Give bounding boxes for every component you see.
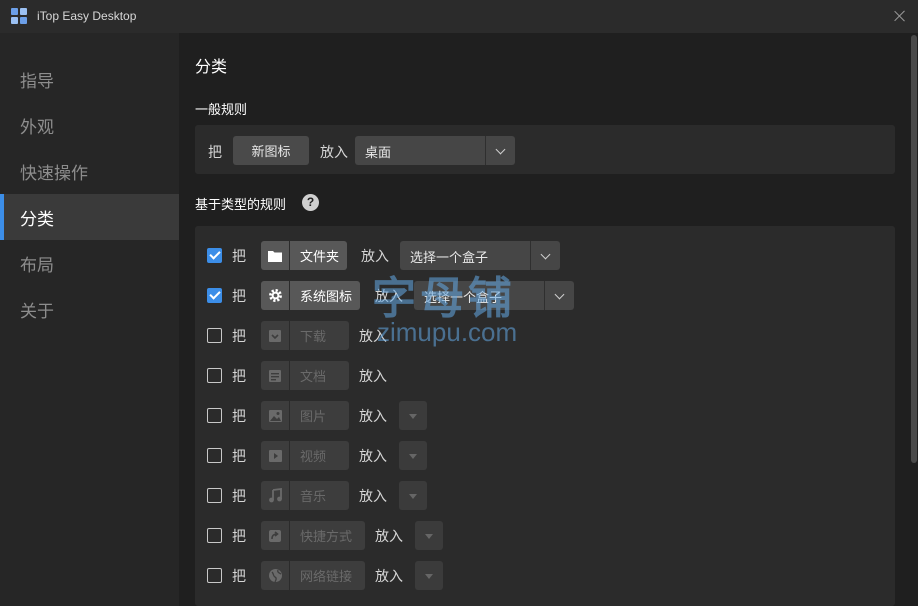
folder-icon bbox=[261, 241, 290, 270]
put-into-label: 放入 bbox=[359, 489, 387, 505]
rule-prefix: 把 bbox=[232, 249, 246, 265]
sidebar-item-label: 快速操作 bbox=[20, 163, 88, 184]
sidebar-item-categorize[interactable]: 分类 bbox=[0, 194, 179, 240]
rule-checkbox-shortcuts[interactable] bbox=[207, 528, 222, 543]
rule-prefix: 把 bbox=[232, 449, 246, 465]
type-button-documents[interactable]: 文档 bbox=[261, 361, 349, 390]
main-content: 分类 一般规则 把 新图标 放入 桌面 基于类型的规则 ? 把 文件夹 放入 选… bbox=[179, 33, 909, 606]
rule-prefix: 把 bbox=[232, 569, 246, 585]
type-button-system-icons[interactable]: 系统图标 bbox=[261, 281, 361, 310]
put-into-label: 放入 bbox=[359, 369, 387, 385]
gear-icon bbox=[261, 281, 290, 310]
target-select-images[interactable] bbox=[399, 401, 427, 430]
download-icon bbox=[261, 321, 290, 350]
rule-prefix: 把 bbox=[232, 529, 246, 545]
vertical-scrollbar[interactable] bbox=[909, 33, 918, 606]
rule-prefix: 把 bbox=[232, 289, 246, 305]
rule-prefix: 把 bbox=[208, 145, 222, 161]
help-icon[interactable]: ? bbox=[302, 194, 319, 211]
type-label: 图片 bbox=[290, 401, 349, 430]
type-label: 快捷方式 bbox=[290, 521, 365, 550]
sidebar-item-quick-actions[interactable]: 快速操作 bbox=[0, 148, 179, 194]
type-button-web-links[interactable]: 网络链接 bbox=[261, 561, 365, 590]
chevron-down-icon bbox=[485, 136, 515, 165]
sidebar-item-label: 布局 bbox=[20, 255, 54, 276]
rule-prefix: 把 bbox=[232, 489, 246, 505]
target-select-shortcuts[interactable] bbox=[415, 521, 443, 550]
chevron-down-icon bbox=[544, 281, 574, 310]
type-button-folder[interactable]: 文件夹 bbox=[261, 241, 348, 270]
close-button[interactable] bbox=[890, 6, 910, 26]
put-into-label: 放入 bbox=[375, 569, 403, 585]
shortcut-icon bbox=[261, 521, 290, 550]
type-button-videos[interactable]: 视频 bbox=[261, 441, 349, 470]
rule-checkbox-documents[interactable] bbox=[207, 368, 222, 383]
type-button-shortcuts[interactable]: 快捷方式 bbox=[261, 521, 365, 550]
rule-prefix: 把 bbox=[232, 369, 246, 385]
video-icon bbox=[261, 441, 290, 470]
type-rules-heading: 基于类型的规则 bbox=[195, 198, 287, 213]
sidebar-item-label: 关于 bbox=[20, 301, 54, 322]
rule-checkbox-images[interactable] bbox=[207, 408, 222, 423]
type-label: 系统图标 bbox=[290, 281, 361, 310]
rule-prefix: 把 bbox=[232, 409, 246, 425]
window-title: iTop Easy Desktop bbox=[37, 9, 137, 23]
page-title: 分类 bbox=[195, 57, 228, 76]
put-into-label: 放入 bbox=[320, 145, 348, 161]
sidebar-item-about[interactable]: 关于 bbox=[0, 286, 179, 332]
sidebar: 指导 外观 快速操作 分类 布局 关于 bbox=[0, 33, 179, 606]
target-select-videos[interactable] bbox=[399, 441, 427, 470]
new-icon-button[interactable]: 新图标 bbox=[233, 136, 309, 165]
rule-checkbox-folder[interactable] bbox=[207, 248, 222, 263]
rule-checkbox-web-links[interactable] bbox=[207, 568, 222, 583]
put-into-label: 放入 bbox=[359, 409, 387, 425]
title-bar: iTop Easy Desktop bbox=[0, 0, 918, 33]
sidebar-item-appearance[interactable]: 外观 bbox=[0, 102, 179, 148]
scrollbar-thumb[interactable] bbox=[911, 35, 917, 463]
type-label: 视频 bbox=[290, 441, 349, 470]
rule-checkbox-system-icons[interactable] bbox=[207, 288, 222, 303]
general-target-select[interactable]: 桌面 bbox=[355, 136, 515, 165]
put-into-label: 放入 bbox=[359, 449, 387, 465]
type-rules-panel: 把 文件夹 放入 选择一个盒子 把 系统图标 放入 选择一个盒子 把 下载 放入… bbox=[195, 226, 895, 606]
general-rules-heading: 一般规则 bbox=[195, 103, 248, 118]
select-value: 桌面 bbox=[365, 146, 392, 161]
general-rule-panel: 把 新图标 放入 桌面 bbox=[195, 125, 895, 174]
rule-checkbox-videos[interactable] bbox=[207, 448, 222, 463]
sidebar-item-guide[interactable]: 指导 bbox=[0, 56, 179, 102]
target-select-music[interactable] bbox=[399, 481, 427, 510]
music-icon bbox=[261, 481, 290, 510]
put-into-label: 放入 bbox=[375, 529, 403, 545]
type-label: 网络链接 bbox=[290, 561, 365, 590]
type-label: 下载 bbox=[290, 321, 349, 350]
chevron-down-icon bbox=[530, 241, 560, 270]
rule-checkbox-downloads[interactable] bbox=[207, 328, 222, 343]
type-label: 文件夹 bbox=[290, 241, 348, 270]
type-button-images[interactable]: 图片 bbox=[261, 401, 349, 430]
document-icon bbox=[261, 361, 290, 390]
type-button-downloads[interactable]: 下载 bbox=[261, 321, 349, 350]
image-icon bbox=[261, 401, 290, 430]
sidebar-item-label: 外观 bbox=[20, 117, 54, 138]
sidebar-item-label: 分类 bbox=[20, 209, 54, 230]
rule-checkbox-music[interactable] bbox=[207, 488, 222, 503]
type-label: 音乐 bbox=[290, 481, 349, 510]
rule-prefix: 把 bbox=[232, 329, 246, 345]
globe-icon bbox=[261, 561, 290, 590]
sidebar-item-layout[interactable]: 布局 bbox=[0, 240, 179, 286]
type-label: 文档 bbox=[290, 361, 349, 390]
sidebar-item-label: 指导 bbox=[20, 71, 54, 92]
target-select-web-links[interactable] bbox=[415, 561, 443, 590]
watermark-url: zimupu.com bbox=[377, 317, 518, 347]
app-logo-icon bbox=[11, 8, 28, 25]
type-button-music[interactable]: 音乐 bbox=[261, 481, 349, 510]
